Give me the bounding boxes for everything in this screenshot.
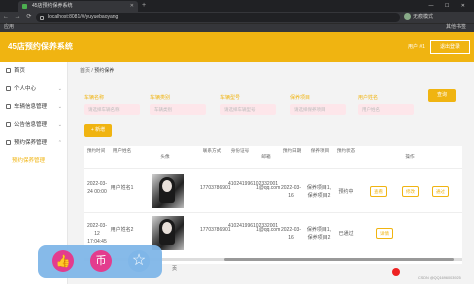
chevron-up-icon: ⌃ [57, 140, 62, 146]
detail-button[interactable]: 详情 [376, 228, 393, 239]
view-button[interactable]: 查看 [370, 186, 387, 197]
thumbs-up-icon[interactable]: 👍 [52, 250, 74, 272]
coin-icon[interactable]: 币 [90, 250, 112, 272]
approve-button[interactable]: 通过 [432, 186, 449, 197]
add-button[interactable]: + 新增 [84, 124, 112, 137]
bookmark-apps[interactable]: 应用 [4, 23, 14, 32]
cell-idcard: 410241996102332001 [228, 222, 278, 230]
cell-idcard: 410241996102332001 [228, 180, 278, 188]
close-tab-icon[interactable]: ✕ [130, 1, 134, 12]
breadcrumb: 首页 / 预约保养 [80, 68, 115, 74]
filter-label: 车辆型号 [220, 95, 241, 101]
column-header: 头像 [160, 154, 170, 159]
user-label[interactable]: 用户 #1 [408, 40, 425, 54]
filter-car-type[interactable]: 车辆类别 [150, 104, 206, 115]
scrollbar-thumb[interactable] [224, 258, 454, 261]
watermark: CSDN @QQ1696003925 [418, 276, 461, 280]
filter-car-name[interactable]: 请选择车辆名称 [84, 104, 140, 115]
cell-item: 保养项目1,保养项目2 [306, 185, 332, 199]
address-input[interactable]: localhost:8081/#/yuyuebaoyang [36, 13, 400, 22]
cell-phone: 17703786901 [200, 185, 231, 191]
favicon-icon [22, 4, 27, 9]
cell-email: 1@qq.com [256, 185, 281, 191]
row-divider [84, 168, 462, 169]
avatar-image [152, 174, 184, 208]
app-title: 45店预约保养系统 [8, 42, 73, 51]
filter-label: 车辆名称 [84, 95, 105, 101]
column-header: 邮箱 [261, 154, 271, 159]
chevron-down-icon: ⌄ [57, 122, 62, 128]
sidebar-subitem-booking[interactable]: 预约保养管理 [0, 152, 68, 170]
breadcrumb-home[interactable]: 首页 [80, 68, 90, 74]
nav-buttons[interactable]: ← → ⟳ [3, 12, 33, 23]
user-icon [6, 86, 11, 91]
home-icon [6, 68, 11, 73]
column-header: 身份证号 [230, 148, 250, 153]
column-header: 预约状态 [336, 148, 356, 153]
cell-email: 1@qq.com [256, 227, 281, 233]
new-tab-icon[interactable]: + [142, 1, 146, 11]
cell-status: 预约中 [338, 189, 354, 195]
pagination[interactable]: 页 [172, 265, 177, 272]
info-icon [40, 16, 44, 20]
filter-label: 车辆类别 [150, 95, 171, 101]
cell-time: 2022-03-12 17:04:45 [86, 223, 107, 245]
column-header: 用户姓名 [112, 148, 132, 153]
column-header: 预约时间 [86, 148, 106, 153]
cell-user: 用户姓名2 [110, 227, 134, 233]
search-button[interactable]: 查询 [428, 89, 456, 102]
cell-phone: 17703786901 [200, 227, 231, 233]
sidebar-item-profile[interactable]: 个人中心 ⌄ [0, 80, 68, 98]
cell-status: 已通过 [338, 231, 354, 237]
cell-item: 保养项目1,保养项目2 [306, 227, 332, 241]
star-icon[interactable]: ☆ [128, 250, 150, 272]
notice-icon [6, 122, 11, 127]
sidebar-item-home[interactable]: 首页 [0, 62, 68, 80]
edit-button[interactable]: 修改 [402, 186, 419, 197]
filter-car-model[interactable]: 请选择车辆型号 [220, 104, 276, 115]
bookmarks-bar [0, 23, 474, 32]
browser-tab[interactable]: 45店预约保养系统 ✕ [18, 1, 138, 12]
row-divider [84, 212, 462, 213]
cursor-indicator [392, 268, 400, 276]
filter-user-name[interactable]: 用户姓名 [358, 104, 414, 115]
filter-label: 用户姓名 [358, 95, 379, 101]
cell-time: 2022-03-24 00:00 [86, 181, 107, 195]
profile-button[interactable]: 无痕模式 [404, 13, 433, 22]
window-controls[interactable]: — ☐ ✕ [429, 0, 470, 12]
cell-date: 2022-03-16 [280, 185, 301, 199]
column-header: 预约日期 [282, 148, 302, 153]
column-header: 保养项目 [310, 148, 330, 153]
calendar-icon [6, 140, 11, 145]
column-header: 操作 [405, 154, 415, 159]
filter-item[interactable]: 请选择保养项目 [290, 104, 346, 115]
chevron-down-icon: ⌄ [57, 86, 62, 92]
sidebar-item-notice[interactable]: 公告信息管理 ⌄ [0, 116, 68, 134]
tab-title: 45店预约保养系统 [32, 3, 73, 9]
sidebar-item-car[interactable]: 车辆信息管理 ⌄ [0, 98, 68, 116]
avatar-icon [404, 13, 411, 21]
car-icon [6, 104, 11, 109]
url-text: localhost:8081/#/yuyuebaoyang [48, 14, 119, 20]
cell-user: 用户姓名1 [110, 185, 134, 191]
column-header: 联系方式 [202, 148, 222, 153]
breadcrumb-current: 预约保养 [94, 68, 115, 74]
logout-button[interactable]: 退出登录 [430, 40, 470, 54]
cell-date: 2022-03-16 [280, 227, 301, 241]
sidebar-item-booking[interactable]: 预约保养管理 ⌃ [0, 134, 68, 152]
filter-label: 保养项目 [290, 95, 311, 101]
bookmark-other[interactable]: 其他书签 [446, 23, 466, 32]
chevron-down-icon: ⌄ [57, 104, 62, 110]
